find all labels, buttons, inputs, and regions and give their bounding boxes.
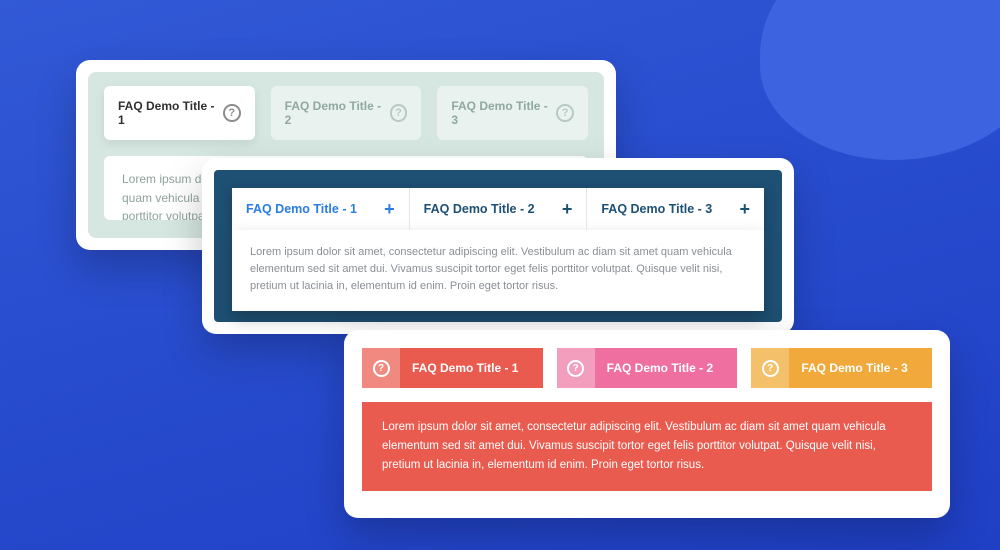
faq-3-tab-1-iconbox: ? (362, 348, 400, 388)
faq-3-tab-2-iconbox: ? (557, 348, 595, 388)
help-icon: ? (567, 360, 584, 377)
faq-card-style-2: FAQ Demo Title - 1 + FAQ Demo Title - 2 … (202, 158, 794, 334)
plus-icon: + (740, 200, 751, 218)
faq-2-tab-3-label: FAQ Demo Title - 3 (601, 202, 712, 216)
faq-card-style-3: ? FAQ Demo Title - 1 ? FAQ Demo Title - … (344, 330, 950, 518)
faq-1-tab-3[interactable]: FAQ Demo Title - 3 ? (437, 86, 588, 140)
faq-card-2-inner: FAQ Demo Title - 1 + FAQ Demo Title - 2 … (214, 170, 782, 322)
faq-2-body: Lorem ipsum dolor sit amet, consectetur … (232, 230, 764, 311)
faq-2-tab-1[interactable]: FAQ Demo Title - 1 + (232, 188, 410, 230)
faq-2-tab-3[interactable]: FAQ Demo Title - 3 + (587, 188, 764, 230)
faq-3-tab-2-label: FAQ Demo Title - 2 (595, 348, 738, 388)
faq-3-tab-1[interactable]: ? FAQ Demo Title - 1 (362, 348, 543, 388)
help-icon: ? (390, 104, 408, 122)
faq-2-tab-2-label: FAQ Demo Title - 2 (424, 202, 535, 216)
faq-2-tabs: FAQ Demo Title - 1 + FAQ Demo Title - 2 … (232, 188, 764, 230)
faq-2-tab-1-label: FAQ Demo Title - 1 (246, 202, 357, 216)
faq-1-tab-3-label: FAQ Demo Title - 3 (451, 99, 556, 127)
faq-3-tab-3[interactable]: ? FAQ Demo Title - 3 (751, 348, 932, 388)
faq-3-body: Lorem ipsum dolor sit amet, consectetur … (362, 402, 932, 491)
faq-2-tab-2[interactable]: FAQ Demo Title - 2 + (410, 188, 588, 230)
help-icon: ? (223, 104, 241, 122)
help-icon: ? (762, 360, 779, 377)
faq-3-tab-1-label: FAQ Demo Title - 1 (400, 348, 543, 388)
plus-icon: + (384, 200, 395, 218)
faq-1-tab-1-label: FAQ Demo Title - 1 (118, 99, 223, 127)
help-icon: ? (373, 360, 390, 377)
faq-1-tabs: FAQ Demo Title - 1 ? FAQ Demo Title - 2 … (104, 86, 588, 140)
faq-1-tab-2[interactable]: FAQ Demo Title - 2 ? (271, 86, 422, 140)
plus-icon: + (562, 200, 573, 218)
faq-3-tab-3-label: FAQ Demo Title - 3 (789, 348, 932, 388)
help-icon: ? (556, 104, 574, 122)
faq-1-tab-1[interactable]: FAQ Demo Title - 1 ? (104, 86, 255, 140)
faq-3-tabs: ? FAQ Demo Title - 1 ? FAQ Demo Title - … (362, 348, 932, 388)
faq-3-tab-3-iconbox: ? (751, 348, 789, 388)
faq-3-tab-2[interactable]: ? FAQ Demo Title - 2 (557, 348, 738, 388)
faq-1-tab-2-label: FAQ Demo Title - 2 (285, 99, 390, 127)
